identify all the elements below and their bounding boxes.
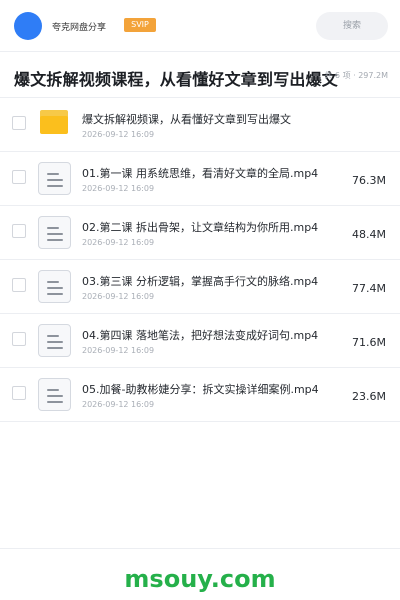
list-item[interactable]: 03.第三课 分析逻辑，掌握高手行文的脉络.mp4 2026-09-12 16:… bbox=[0, 260, 400, 314]
item-size: 23.6M bbox=[352, 390, 386, 403]
video-file-icon bbox=[38, 162, 71, 195]
item-checkbox[interactable] bbox=[12, 116, 26, 130]
item-name: 04.第四课 落地笔法，把好想法变成好词句.mp4 bbox=[82, 329, 319, 342]
file-list: 爆文拆解视频课，从看懂好文章到写出爆文 2026-09-12 16:09 01.… bbox=[0, 98, 400, 422]
list-item[interactable]: 01.第一课 用系统思维，看清好文章的全局.mp4 2026-09-12 16:… bbox=[0, 152, 400, 206]
item-size: 76.3M bbox=[352, 174, 386, 187]
list-item[interactable]: 04.第四课 落地笔法，把好想法变成好词句.mp4 2026-09-12 16:… bbox=[0, 314, 400, 368]
footer: msouy.com bbox=[0, 548, 400, 600]
item-checkbox[interactable] bbox=[12, 332, 26, 346]
page-title: 爆文拆解视频课程，从看懂好文章到写出爆文 bbox=[14, 70, 339, 89]
video-file-icon bbox=[38, 216, 71, 249]
folder-title-row: 爆文拆解视频课程，从看懂好文章到写出爆文 共 6 项 · 297.2M bbox=[0, 52, 400, 98]
item-date: 2026-09-12 16:09 bbox=[82, 346, 155, 355]
list-item[interactable]: 05.加餐-助教彬婕分享：拆文实操详细案例.mp4 2026-09-12 16:… bbox=[0, 368, 400, 422]
item-summary: 共 6 项 · 297.2M bbox=[324, 71, 388, 80]
item-checkbox[interactable] bbox=[12, 170, 26, 184]
item-date: 2026-09-12 16:09 bbox=[82, 292, 155, 301]
item-name: 爆文拆解视频课，从看懂好文章到写出爆文 bbox=[82, 113, 291, 126]
item-name: 05.加餐-助教彬婕分享：拆文实操详细案例.mp4 bbox=[82, 383, 319, 396]
list-item[interactable]: 02.第二课 拆出骨架，让文章结构为你所用.mp4 2026-09-12 16:… bbox=[0, 206, 400, 260]
svip-badge[interactable]: SVIP bbox=[124, 18, 156, 32]
search-input[interactable]: 搜索 bbox=[316, 12, 388, 40]
app-name: 夸克网盘分享 bbox=[52, 23, 107, 33]
item-date: 2026-09-12 16:09 bbox=[82, 184, 155, 193]
item-date: 2026-09-12 16:09 bbox=[82, 238, 155, 247]
list-item[interactable]: 爆文拆解视频课，从看懂好文章到写出爆文 2026-09-12 16:09 bbox=[0, 98, 400, 152]
item-checkbox[interactable] bbox=[12, 386, 26, 400]
watermark: msouy.com bbox=[124, 565, 276, 593]
item-date: 2026-09-12 16:09 bbox=[82, 400, 155, 409]
folder-icon bbox=[40, 110, 68, 134]
item-name: 03.第三课 分析逻辑，掌握高手行文的脉络.mp4 bbox=[82, 275, 319, 288]
item-size: 71.6M bbox=[352, 336, 386, 349]
item-size: 77.4M bbox=[352, 282, 386, 295]
item-date: 2026-09-12 16:09 bbox=[82, 130, 155, 139]
item-size: 48.4M bbox=[352, 228, 386, 241]
top-bar: 夸克网盘分享 SVIP 搜索 bbox=[0, 0, 400, 52]
item-name: 02.第二课 拆出骨架，让文章结构为你所用.mp4 bbox=[82, 221, 319, 234]
item-checkbox[interactable] bbox=[12, 224, 26, 238]
video-file-icon bbox=[38, 378, 71, 411]
avatar[interactable] bbox=[14, 12, 42, 40]
video-file-icon bbox=[38, 270, 71, 303]
item-checkbox[interactable] bbox=[12, 278, 26, 292]
item-name: 01.第一课 用系统思维，看清好文章的全局.mp4 bbox=[82, 167, 319, 180]
video-file-icon bbox=[38, 324, 71, 357]
